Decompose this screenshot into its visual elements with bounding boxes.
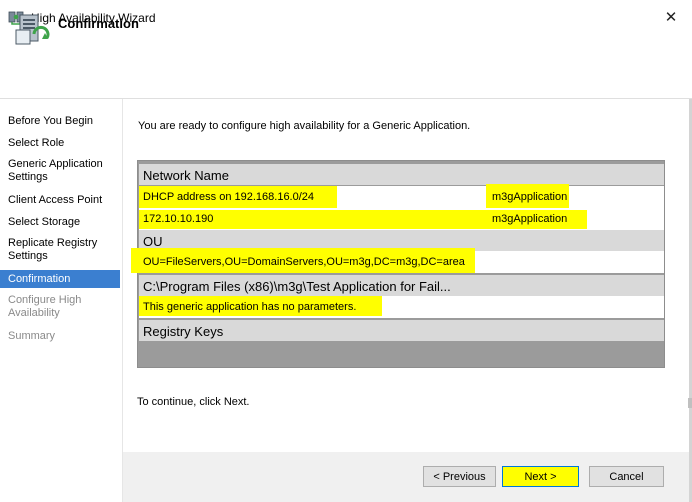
nav-step-replicate-registry-settings[interactable]: Replicate Registry Settings (0, 237, 110, 263)
table-row: 172.10.10.190 m3gApplication (139, 208, 664, 230)
confirmation-table: Network Name DHCP address on 192.168.16.… (131, 160, 665, 368)
table-row: DHCP address on 192.168.16.0/24 m3gAppli… (139, 184, 664, 210)
nav-step-generic-application-settings[interactable]: Generic Application Settings (0, 158, 118, 184)
wizard-header (0, 36, 692, 96)
wizard-server-icon (14, 12, 50, 48)
network-resource-name: m3gApplication (492, 191, 568, 203)
nav-step-configure-high-availability: Configure High Availability (8, 294, 82, 319)
ou-value: OU=FileServers,OU=DomainServers,OU=m3g,D… (143, 256, 465, 268)
section-header-application-path: C:\Program Files (x86)\m3g\Test Applicat… (139, 275, 664, 296)
nav-step-before-you-begin[interactable]: Before You Begin (0, 115, 120, 128)
previous-button[interactable]: < Previous (423, 466, 496, 487)
nav-step-client-access-point[interactable]: Client Access Point (0, 194, 120, 207)
window-right-edge-mark (688, 398, 692, 408)
section-header-registry-keys: Registry Keys (139, 320, 664, 341)
parameters-value: This generic application has no paramete… (143, 301, 357, 313)
network-address: DHCP address on 192.168.16.0/24 (143, 191, 315, 203)
network-resource-name: m3gApplication (492, 213, 568, 225)
nav-step-confirmation[interactable]: Confirmation (0, 270, 120, 288)
nav-step-select-storage[interactable]: Select Storage (0, 216, 120, 229)
intro-text: You are ready to configure high availabi… (138, 120, 471, 132)
cancel-button[interactable]: Cancel (589, 466, 664, 487)
continue-instruction: To continue, click Next. (137, 396, 250, 408)
network-address: 172.10.10.190 (143, 213, 214, 225)
section-header-network-name: Network Name (139, 164, 664, 185)
page-title: Confirmation (58, 16, 139, 31)
wizard-steps-nav: Before You Begin Select Role Generic App… (0, 99, 122, 502)
nav-step-select-role[interactable]: Select Role (0, 137, 120, 150)
table-row: This generic application has no paramete… (139, 296, 664, 318)
next-button[interactable]: Next > (502, 466, 579, 487)
table-row: OU=FileServers,OU=DomainServers,OU=m3g,D… (131, 248, 664, 273)
close-icon[interactable]: ✕ (656, 6, 686, 30)
nav-step-summary: Summary (8, 330, 56, 342)
